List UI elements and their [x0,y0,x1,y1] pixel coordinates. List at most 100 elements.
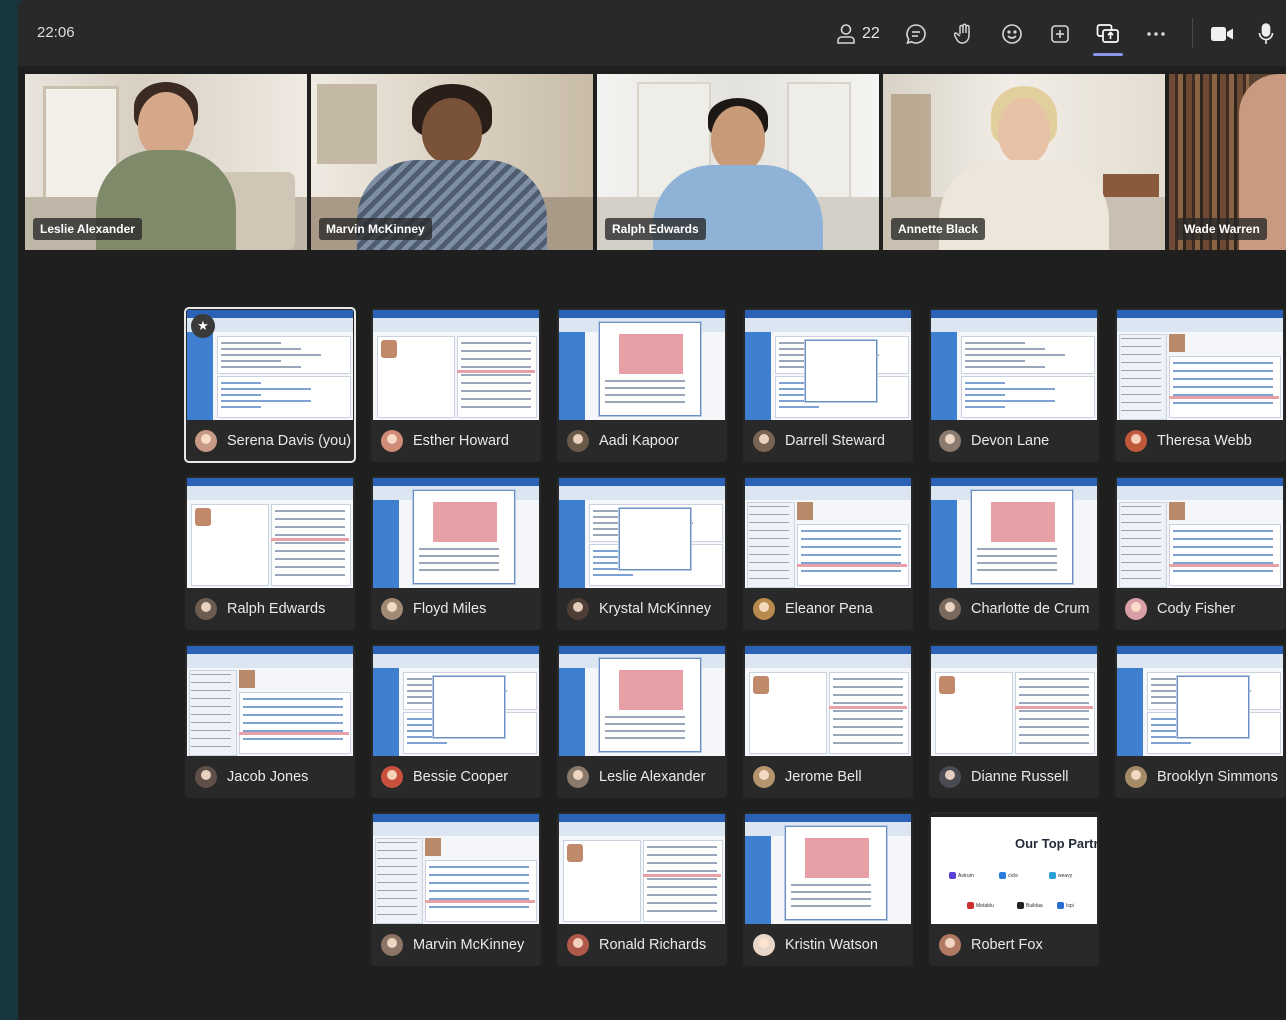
participant-footer: Dianne Russell [929,756,1099,798]
participant-tile[interactable]: Kristin Watson [743,812,913,966]
participant-footer: Jerome Bell [743,756,913,798]
participant-name: Brooklyn Simmons [1157,769,1278,785]
more-options-button[interactable] [1144,18,1168,50]
participant-name: Jacob Jones [227,769,309,785]
participant-tile[interactable]: Ralph Edwards [185,476,355,630]
partner-logo: Ispi [1057,902,1074,909]
avatar [195,598,217,620]
camera-icon [1211,27,1233,41]
add-app-button[interactable] [1048,18,1072,50]
participant-tile[interactable]: Floyd Miles [371,476,541,630]
participant-tile[interactable]: Darrell Steward [743,308,913,462]
avatar [567,934,589,956]
avatar [753,766,775,788]
participant-footer: Kristin Watson [743,924,913,966]
participant-tile[interactable]: Eleanor Pena [743,476,913,630]
shared-screen-thumbnail [1117,310,1283,420]
meeting-window: 22:06 22 Leslie Alexander Marvin McKinne… [18,0,1286,1020]
shared-screen-thumbnail [745,814,911,924]
participant-name: Leslie Alexander [599,769,706,785]
avatar [1125,430,1147,452]
video-tile[interactable]: Ralph Edwards [597,74,879,250]
participant-footer: Brooklyn Simmons [1115,756,1285,798]
shared-screen-thumbnail [373,310,539,420]
participant-tile[interactable]: Theresa Webb [1115,308,1285,462]
participant-name: Jerome Bell [785,769,862,785]
meeting-timer: 22:06 [37,24,75,41]
chat-icon [906,24,926,45]
participant-name: Bessie Cooper [413,769,509,785]
shared-screen-thumbnail [1117,478,1283,588]
share-active-indicator [1093,53,1123,56]
avatar [195,766,217,788]
avatar [939,598,961,620]
reactions-button[interactable] [1000,18,1024,50]
participant-tile[interactable]: Jacob Jones [185,644,355,798]
participant-footer: Devon Lane [929,420,1099,462]
chat-button[interactable] [904,18,928,50]
participant-name-label: Ralph Edwards [605,218,706,240]
video-tile[interactable]: Leslie Alexander [25,74,307,250]
video-tile[interactable]: Wade Warren [1169,74,1286,250]
participant-tile[interactable]: Cody Fisher [1115,476,1285,630]
star-icon: ★ [191,314,215,338]
participant-tile[interactable]: Jerome Bell [743,644,913,798]
participant-name-label: Marvin McKinney [319,218,432,240]
avatar [195,430,217,452]
avatar [381,934,403,956]
participant-name-label: Leslie Alexander [33,218,142,240]
participant-tile[interactable]: Aadi Kapoor [557,308,727,462]
participant-name: Cody Fisher [1157,601,1236,617]
participant-name: Krystal McKinney [599,601,712,617]
participants-button[interactable]: 22 [836,18,880,50]
participant-tile[interactable]: Leslie Alexander [557,644,727,798]
avatar [939,934,961,956]
participant-tile[interactable]: Charlotte de Crum [929,476,1099,630]
participant-name: Kristin Watson [785,937,878,953]
participant-name: Marvin McKinney [413,937,525,953]
participant-footer: Aadi Kapoor [557,420,727,462]
microphone-icon [1258,23,1274,44]
shared-screen-thumbnail [559,478,725,588]
participant-name: Eleanor Pena [785,601,873,617]
self-participant-tile[interactable]: ★ Serena Davis (you) [184,307,356,463]
participant-tile[interactable]: Krystal McKinney [557,476,727,630]
microphone-button[interactable] [1256,18,1276,50]
toolbar-divider [1192,18,1193,48]
participant-footer: Leslie Alexander [557,756,727,798]
participant-tile[interactable]: Brooklyn Simmons [1115,644,1285,798]
participant-name: Dianne Russell [971,769,1069,785]
shared-screen-thumbnail [373,646,539,756]
more-icon [1147,32,1165,36]
participant-footer: Floyd Miles [371,588,541,630]
avatar [381,598,403,620]
participant-name: Robert Fox [971,937,1043,953]
raise-hand-button[interactable] [952,18,976,50]
avatar [567,430,589,452]
video-tile[interactable]: Annette Black [883,74,1165,250]
participant-tile[interactable]: Devon Lane [929,308,1099,462]
share-screen-button[interactable] [1095,18,1121,50]
participant-footer: Ralph Edwards [185,588,355,630]
participant-tile[interactable]: Marvin McKinney [371,812,541,966]
participant-tile[interactable]: Esther Howard [371,308,541,462]
video-strip: Leslie Alexander Marvin McKinney Ralph E… [25,74,1286,250]
camera-button[interactable] [1210,18,1234,50]
avatar [939,430,961,452]
participant-tile[interactable]: Our Top Partn Astrum cicle weavy Metablu Buil… [929,812,1099,966]
people-icon [837,24,855,44]
participant-name: Charlotte de Crum [971,601,1090,617]
shared-screen-thumbnail [373,814,539,924]
video-tile[interactable]: Marvin McKinney [311,74,593,250]
participant-footer: Bessie Cooper [371,756,541,798]
participant-tile[interactable]: Bessie Cooper [371,644,541,798]
participant-name: Devon Lane [971,433,1050,449]
participant-name: Floyd Miles [413,601,487,617]
participant-footer: Marvin McKinney [371,924,541,966]
partner-logo: weavy [1049,872,1072,879]
participant-tile[interactable]: Dianne Russell [929,644,1099,798]
participant-footer: Eleanor Pena [743,588,913,630]
participant-footer: Serena Davis (you) [185,420,355,462]
participant-tile[interactable]: Ronald Richards [557,812,727,966]
shared-screen-thumbnail [559,814,725,924]
